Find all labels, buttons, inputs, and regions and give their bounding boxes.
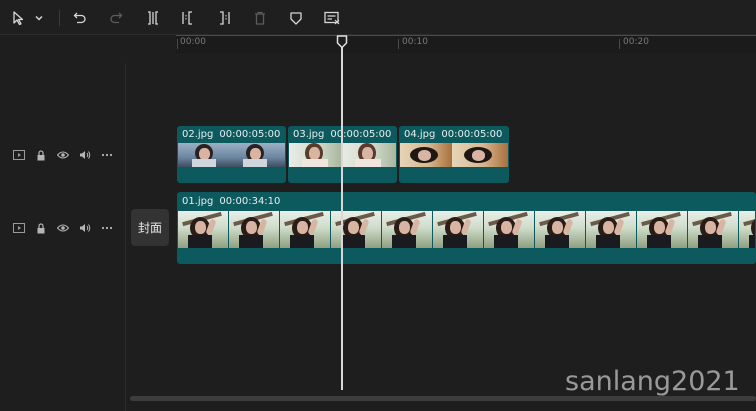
lock-icon[interactable] xyxy=(30,221,52,235)
clip-02[interactable]: 02.jpg 00:00:05:00 xyxy=(177,126,286,183)
volume-icon[interactable] xyxy=(74,148,96,162)
thumbnail xyxy=(280,211,331,248)
thumbnail xyxy=(331,211,382,248)
clip-thumbnails xyxy=(178,211,755,248)
clip-header: 01.jpg 00:00:34:10 xyxy=(177,192,756,210)
thumbnail xyxy=(688,211,739,248)
lock-icon[interactable] xyxy=(30,148,52,162)
clip-duration: 00:00:05:00 xyxy=(441,128,503,140)
thumbnail xyxy=(484,211,535,248)
split-icon[interactable] xyxy=(143,8,163,28)
more-icon[interactable] xyxy=(96,148,118,162)
thumbnail xyxy=(229,211,280,248)
playhead-line[interactable] xyxy=(341,44,343,390)
ruler-tick xyxy=(177,39,178,49)
thumbnail xyxy=(289,143,341,167)
thumbnail xyxy=(400,143,452,167)
clip-name: 01.jpg xyxy=(182,195,214,207)
clip-name: 04.jpg xyxy=(404,128,436,140)
track-header-top xyxy=(0,35,126,63)
eye-icon[interactable] xyxy=(52,221,74,235)
ruler-top-line xyxy=(176,35,756,36)
thumbnail xyxy=(452,143,508,167)
more-icon[interactable] xyxy=(96,221,118,235)
track-header-panel xyxy=(0,35,126,411)
thumbnail xyxy=(178,211,229,248)
playhead-handle-icon[interactable] xyxy=(336,35,348,49)
marker-shield-icon[interactable] xyxy=(286,8,306,28)
clip-04[interactable]: 04.jpg 00:00:05:00 xyxy=(399,126,509,183)
clip-01[interactable]: 01.jpg 00:00:34:10 xyxy=(177,192,756,264)
thumbnail xyxy=(739,211,755,248)
video-track-icon[interactable] xyxy=(8,221,30,235)
clip-thumbnails xyxy=(178,143,285,167)
ruler-label-2: 00:20 xyxy=(623,37,649,47)
thumbnail xyxy=(382,211,433,248)
trim-right-icon[interactable] xyxy=(214,8,234,28)
volume-icon[interactable] xyxy=(74,221,96,235)
watermark-text: sanlang2021 xyxy=(565,366,740,397)
clip-duration: 00:00:05:00 xyxy=(330,128,392,140)
clip-duration: 00:00:34:10 xyxy=(219,195,281,207)
thumbnail xyxy=(637,211,688,248)
redo-icon[interactable] xyxy=(106,8,126,28)
clip-thumbnails xyxy=(400,143,508,167)
thumbnail xyxy=(535,211,586,248)
clip-header: 04.jpg 00:00:05:00 xyxy=(399,126,509,142)
ruler-tick xyxy=(619,39,620,49)
cursor-arrow-icon[interactable] xyxy=(9,8,29,28)
caption-icon[interactable] xyxy=(322,8,342,28)
toolbar-separator xyxy=(59,10,60,26)
clip-duration: 00:00:05:00 xyxy=(219,128,281,140)
thumbnail xyxy=(586,211,637,248)
thumbnail xyxy=(228,143,285,167)
trash-icon[interactable] xyxy=(250,8,270,28)
cover-button[interactable]: 封面 xyxy=(131,209,169,246)
thumbnail xyxy=(178,143,228,167)
time-ruler[interactable]: 00:00 00:10 00:20 xyxy=(176,35,756,53)
ruler-tick xyxy=(398,39,399,49)
clip-name: 03.jpg xyxy=(293,128,325,140)
clip-name: 02.jpg xyxy=(182,128,214,140)
chevron-down-icon[interactable] xyxy=(32,8,46,28)
ruler-label-1: 00:10 xyxy=(402,37,428,47)
thumbnail xyxy=(433,211,484,248)
timeline-toolbar xyxy=(0,0,756,35)
track-1-controls xyxy=(8,148,118,162)
trim-left-icon[interactable] xyxy=(178,8,198,28)
undo-icon[interactable] xyxy=(70,8,90,28)
eye-icon[interactable] xyxy=(52,148,74,162)
video-track-icon[interactable] xyxy=(8,148,30,162)
track-2-controls xyxy=(8,221,118,235)
thumbnail xyxy=(341,143,396,167)
clip-header: 02.jpg 00:00:05:00 xyxy=(177,126,286,142)
ruler-label-0: 00:00 xyxy=(180,37,206,47)
